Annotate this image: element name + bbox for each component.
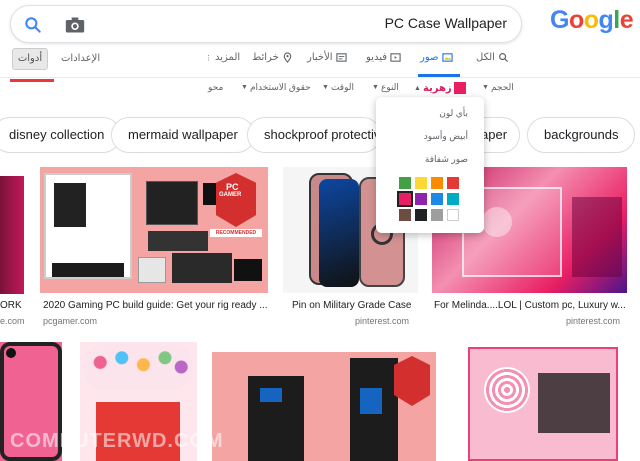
search-input[interactable]: PC Case Wallpaper — [385, 15, 507, 31]
tab-images-label: صور — [420, 52, 439, 63]
tools-highlight — [10, 79, 54, 82]
type-caret-icon: ▼ — [372, 84, 379, 91]
color-swatch[interactable] — [397, 191, 413, 207]
ups-display-2 — [360, 388, 382, 414]
image-icon — [441, 53, 453, 62]
filter-size-label: الحجم — [490, 82, 514, 92]
phone-screen — [319, 179, 359, 287]
color-option-transparent[interactable]: صور شفافة — [425, 154, 468, 165]
filter-size[interactable]: ▼ الحجم — [482, 82, 514, 93]
tab-more[interactable]: ⋮ المزيد — [205, 52, 240, 63]
search-icon[interactable] — [23, 15, 43, 35]
graphics-card — [172, 253, 232, 283]
tab-images[interactable]: صور — [420, 52, 453, 63]
color-swatch[interactable] — [447, 209, 459, 221]
color-swatch[interactable] — [399, 209, 411, 221]
tab-news[interactable]: الأخبار — [307, 52, 347, 63]
tab-maps-label: خرائط — [252, 52, 279, 63]
more-caret-icon: ⋮ — [205, 54, 212, 62]
filter-color[interactable]: ▲ زهرية — [414, 82, 466, 94]
badge-gamer-text: GAMER — [219, 192, 242, 198]
result-source-2[interactable]: pinterest.com — [355, 316, 409, 326]
case-fan-vent — [484, 367, 530, 413]
chip-mermaid-wallpaper[interactable]: mermaid wallpaper — [111, 117, 255, 153]
pcgamer-badge: PC GAMER — [216, 173, 256, 227]
result-source-0[interactable]: e.com — [0, 316, 25, 326]
color-swatch-grid — [397, 177, 459, 221]
tab-videos[interactable]: فيديو — [366, 52, 401, 63]
tab-maps[interactable]: خرائط — [252, 52, 293, 63]
color-option-bw[interactable]: أبيض وأسود — [424, 131, 468, 142]
filter-rights-label: حقوق الاستخدام — [249, 82, 311, 92]
news-icon — [335, 53, 347, 62]
badge-recommended-text: RECOMMENDED — [210, 229, 262, 237]
color-swatch[interactable] — [447, 177, 459, 189]
size-caret-icon: ▼ — [482, 84, 489, 91]
filter-time[interactable]: ▼ الوقت — [322, 82, 354, 93]
color-swatch[interactable] — [415, 177, 427, 189]
color-swatch[interactable] — [415, 193, 427, 205]
badge-pc-text: PC — [226, 182, 239, 192]
gumball-top — [84, 344, 192, 390]
case-window — [54, 183, 86, 227]
motherboard — [146, 181, 198, 225]
pcgamer-badge-2 — [394, 356, 430, 406]
tab-news-label: الأخبار — [307, 52, 333, 63]
chip-shockproof-protective[interactable]: shockproof protective — [247, 117, 381, 153]
result-source-1[interactable]: pcgamer.com — [43, 316, 97, 326]
color-caret-icon: ▲ — [414, 84, 421, 92]
result-image-0[interactable] — [0, 176, 24, 294]
filter-color-label: زهرية — [422, 82, 452, 94]
search-bar[interactable]: PC Case Wallpaper — [10, 5, 522, 43]
ram-sticks — [148, 231, 208, 251]
pc-fan — [482, 207, 512, 237]
filter-type-label: النوع — [380, 82, 399, 92]
ssd-card — [52, 263, 124, 277]
color-swatch[interactable] — [447, 193, 459, 205]
result-image-1[interactable]: PC GAMER RECOMMENDED — [40, 167, 268, 293]
result-caption-3[interactable]: For Melinda....LOL | Custom pc, Luxury w… — [434, 300, 628, 311]
chip-backgrounds[interactable]: backgrounds — [527, 117, 636, 153]
selected-color-swatch — [453, 82, 466, 94]
color-swatch[interactable] — [415, 209, 427, 221]
tab-all-label: الكل — [476, 52, 495, 63]
result-image-6[interactable] — [212, 352, 436, 461]
color-dropdown: بأي لون أبيض وأسود صور شفافة — [376, 97, 484, 233]
phone-camera — [6, 348, 16, 358]
color-swatch[interactable] — [431, 193, 443, 205]
chip-disney-collection[interactable]: disney collection — [0, 117, 122, 153]
google-logo[interactable]: Google — [550, 6, 634, 35]
tabs-divider — [0, 77, 640, 78]
ups-display-1 — [260, 388, 282, 402]
rights-caret-icon: ▼ — [241, 84, 248, 91]
tab-more-label: المزيد — [215, 52, 241, 63]
settings-link[interactable]: الإعدادات — [61, 53, 100, 64]
filter-type[interactable]: ▼ النوع — [372, 82, 399, 93]
color-option-any[interactable]: بأي لون — [439, 108, 468, 119]
color-swatch[interactable] — [431, 209, 443, 221]
tab-videos-label: فيديو — [366, 52, 387, 63]
filter-clear[interactable]: محو — [208, 82, 223, 93]
video-icon — [390, 53, 401, 62]
tab-all[interactable]: الكل — [476, 52, 509, 63]
watermark-text: COMPUTERWD.COM — [10, 430, 224, 452]
filter-rights[interactable]: ▼ حقوق الاستخدام — [241, 82, 311, 93]
map-pin-icon — [283, 52, 292, 63]
color-swatch[interactable] — [431, 177, 443, 189]
filter-time-label: الوقت — [330, 82, 354, 92]
result-source-3[interactable]: pinterest.com — [566, 316, 620, 326]
tools-button[interactable]: أدوات — [12, 48, 48, 70]
result-caption-2[interactable]: Pin on Military Grade Case — [292, 300, 420, 311]
search-small-icon — [498, 53, 508, 63]
color-swatch[interactable] — [399, 177, 411, 189]
result-caption-1[interactable]: 2020 Gaming PC build guide: Get your rig… — [43, 300, 267, 311]
camera-icon[interactable] — [65, 16, 85, 34]
power-supply — [234, 259, 262, 281]
result-caption-0[interactable]: ORK — [0, 300, 22, 311]
time-caret-icon: ▼ — [322, 84, 329, 91]
ryzen-cpu-box — [138, 257, 166, 283]
result-image-7[interactable] — [452, 343, 628, 461]
desk-shelf — [572, 197, 622, 277]
case-interior — [538, 373, 610, 433]
